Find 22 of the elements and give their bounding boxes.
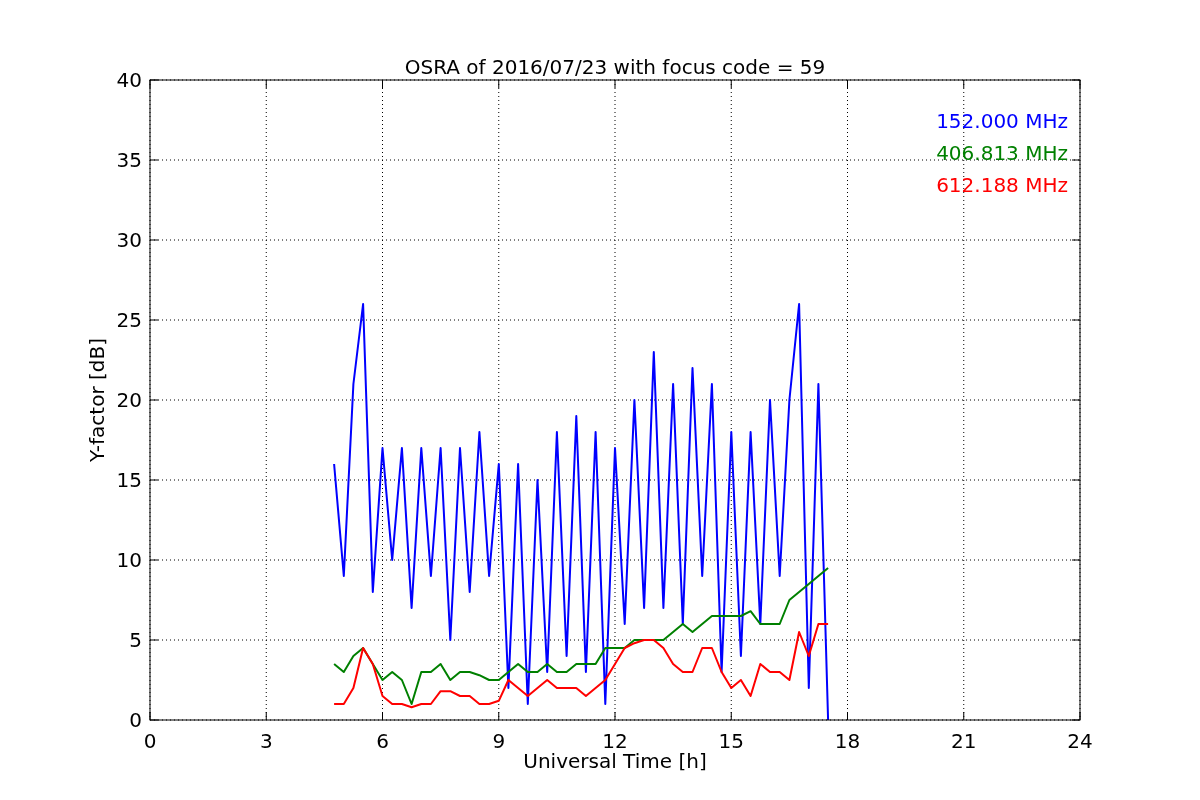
- legend-label: 612.188 MHz: [936, 173, 1068, 197]
- x-tick-label: 18: [834, 729, 861, 753]
- legend-label: 152.000 MHz: [936, 109, 1068, 133]
- y-tick-label: 0: [129, 708, 142, 732]
- x-tick-label: 3: [259, 729, 273, 753]
- legend-label: 406.813 MHz: [936, 141, 1068, 165]
- x-tick-label: 24: [1067, 729, 1093, 753]
- y-axis-label: Y-factor [dB]: [85, 338, 109, 462]
- y-tick-label: 20: [116, 388, 142, 412]
- x-tick-label: 21: [951, 729, 977, 753]
- x-tick-label: 6: [376, 729, 389, 753]
- chart-title: OSRA of 2016/07/23 with focus code = 59: [404, 55, 826, 79]
- x-tick-label: 0: [143, 729, 157, 753]
- y-tick-label: 5: [129, 628, 142, 652]
- y-tick-label: 35: [116, 148, 142, 172]
- y-tick-label: 40: [116, 68, 142, 92]
- y-tick-label: 15: [116, 468, 142, 492]
- y-tick-label: 30: [116, 228, 142, 252]
- x-tick-label: 9: [492, 729, 506, 753]
- y-tick-label: 25: [116, 308, 142, 332]
- x-tick-label: 15: [718, 729, 744, 753]
- y-tick-label: 10: [116, 548, 142, 572]
